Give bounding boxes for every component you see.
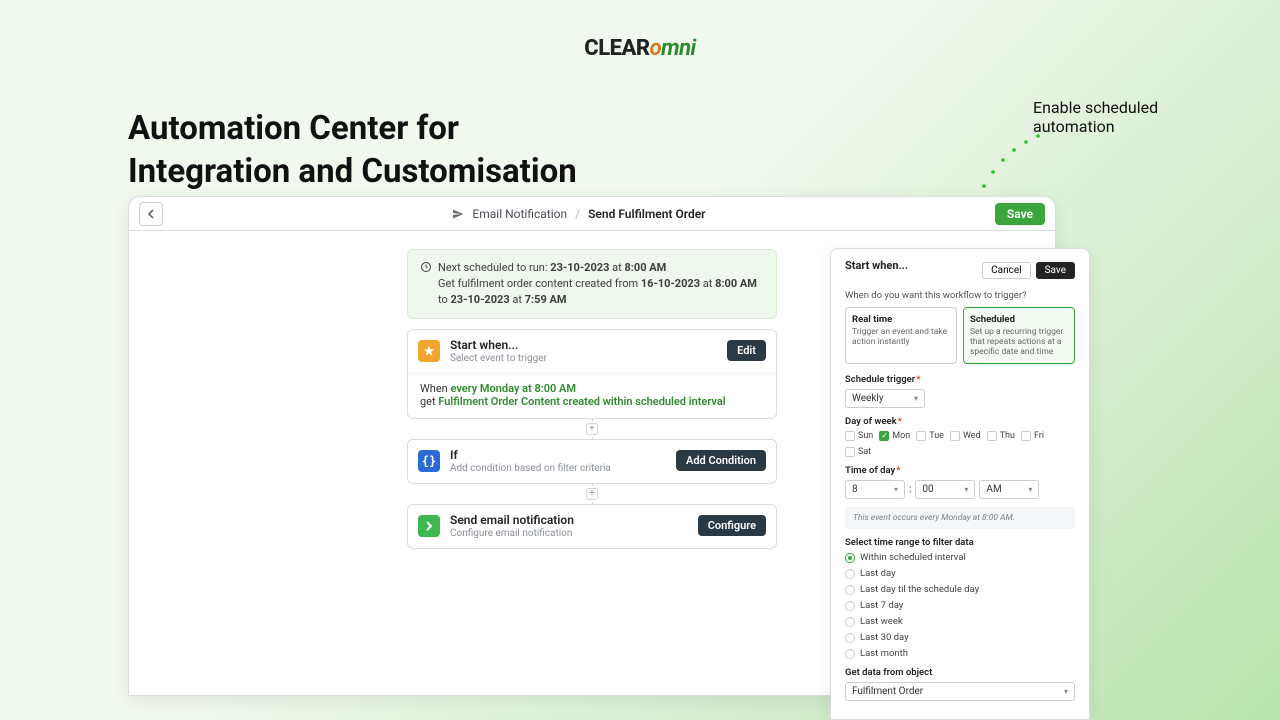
panel-title: Start when... [845,259,908,272]
day-of-week-label: Day of week [845,416,1075,427]
breadcrumb-section[interactable]: Email Notification [472,207,567,221]
day-of-week-group: Sun Mon Tue Wed Thu Fri Sat [845,431,1075,457]
day-mon[interactable]: Mon [879,431,910,441]
trigger-content-link[interactable]: Fulfilment Order Content created within … [438,395,725,408]
day-wed[interactable]: Wed [950,431,981,441]
braces-icon: {} [418,450,440,472]
range-option[interactable]: Last 7 day [845,600,1075,611]
trigger-option-scheduled[interactable]: ScheduledSet up a recurring trigger that… [963,307,1075,364]
trigger-frequency-link[interactable]: every Monday at 8:00 AM [450,382,576,395]
step-body: When every Monday at 8:00 AM get Fulfilm… [408,373,776,418]
add-step-button[interactable]: + [586,423,598,435]
trigger-option-realtime[interactable]: Real timeTrigger an event and take actio… [845,307,957,364]
ampm-select[interactable]: AM [979,480,1039,499]
minute-select[interactable]: 00 [915,480,975,499]
add-step-button[interactable]: + [586,488,598,500]
object-select[interactable]: Fulfilment Order [845,682,1075,701]
clock-icon [420,261,432,273]
chevron-left-icon [146,209,156,219]
day-fri[interactable]: Fri [1021,431,1044,441]
time-of-day-label: Time of day [845,465,1075,476]
step-subtitle: Add condition based on filter criteria [450,463,666,474]
range-option[interactable]: Last day til the schedule day [845,584,1075,595]
step-if: {} If Add condition based on filter crit… [407,439,777,484]
cancel-button[interactable]: Cancel [982,262,1030,279]
schedule-banner: Next scheduled to run: 23-10-2023 at 8:0… [407,249,777,319]
back-button[interactable] [139,202,163,226]
schedule-trigger-label: Schedule trigger [845,374,1075,385]
annotation-right: Enable scheduled automation [1033,98,1203,136]
trigger-question: When do you want this workflow to trigge… [845,290,1075,301]
send-icon [452,208,464,220]
arrow-right-icon [418,515,440,537]
edit-button[interactable]: Edit [727,340,766,361]
step-title: Start when... [450,338,717,352]
day-sun[interactable]: Sun [845,431,873,441]
schedule-trigger-select[interactable]: Weekly [845,389,925,408]
save-button[interactable]: Save [995,203,1045,225]
object-label: Get data from object [845,667,1075,678]
day-tue[interactable]: Tue [916,431,944,441]
add-condition-button[interactable]: Add Condition [676,450,766,471]
step-subtitle: Select event to trigger [450,353,717,364]
breadcrumb-page: Send Fulfilment Order [588,207,705,221]
step-subtitle: Configure email notification [450,528,688,539]
step-title: If [450,448,666,462]
schedule-hint: This event occurs every Monday at 8:00 A… [845,507,1075,529]
range-option[interactable]: Last day [845,568,1075,579]
star-icon: ★ [418,340,440,362]
step-title: Send email notification [450,513,688,527]
range-option[interactable]: Last 30 day [845,632,1075,643]
step-send-email: Send email notification Configure email … [407,504,777,549]
breadcrumb: Email Notification / Send Fulfilment Ord… [173,207,985,221]
save-button[interactable]: Save [1036,262,1075,279]
app-topbar: Email Notification / Send Fulfilment Ord… [129,197,1055,231]
day-thu[interactable]: Thu [987,431,1015,441]
range-option[interactable]: Last week [845,616,1075,627]
step-start-when: ★ Start when... Select event to trigger … [407,329,777,419]
day-sat[interactable]: Sat [845,447,871,457]
page-heading: Automation Center for Integration and Cu… [128,108,577,194]
start-when-panel: Start when... Cancel Save When do you wa… [830,248,1090,720]
configure-button[interactable]: Configure [698,515,766,536]
range-option[interactable]: Last month [845,648,1075,659]
brand-logo: CLEARomni [584,36,695,61]
range-option[interactable]: Within scheduled interval [845,552,1075,563]
time-range-label: Select time range to filter data [845,537,1075,548]
hour-select[interactable]: 8 [845,480,905,499]
